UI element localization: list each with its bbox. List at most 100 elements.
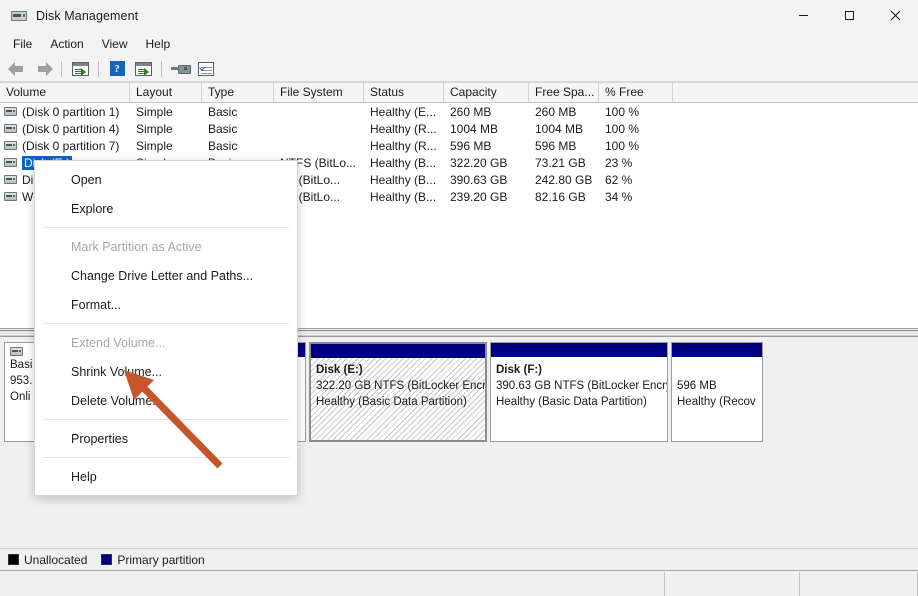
menu-help[interactable]: Help [137, 34, 180, 54]
column-volume[interactable]: Volume [0, 83, 130, 102]
rescan-plug-icon [171, 62, 191, 75]
menu-file[interactable]: File [4, 34, 41, 54]
column-capacity[interactable]: Capacity [444, 83, 529, 102]
cell-free: 82.16 GB [535, 189, 586, 204]
cell-status: Healthy (R... [370, 121, 437, 136]
disk-icon [10, 347, 23, 356]
partition-body: Disk (F:) 390.63 GB NTFS (BitLocker Encry… [491, 357, 667, 441]
column-status[interactable]: Status [364, 83, 444, 102]
table-row[interactable]: (Disk 0 partition 4) Simple Basic Healthy (… [0, 120, 918, 137]
status-bar-segment-2 [665, 571, 800, 596]
title-bar: Disk Management [0, 0, 918, 32]
window-title: Disk Management [36, 8, 139, 23]
cell-status: Healthy (B... [370, 155, 437, 170]
cell-volume: (Disk 0 partition 7) [0, 139, 130, 153]
partition-block[interactable]: 596 MB Healthy (Recov [671, 342, 763, 442]
checklist-icon [198, 61, 214, 76]
volume-disk-icon [4, 158, 17, 167]
toolbar-separator-1 [61, 60, 62, 77]
volume-name-label: Di [22, 172, 34, 187]
cell-free: 596 MB [535, 138, 577, 153]
cell-cap: 390.63 GB [450, 172, 508, 187]
cell-status: Healthy (R... [370, 138, 437, 153]
menu-action[interactable]: Action [41, 34, 92, 54]
cell-type: Basic [208, 138, 238, 153]
disk-management-window: Disk Management File Action View Help ? … [0, 0, 918, 596]
cell-layout: Simple [136, 121, 173, 136]
minimize-button[interactable] [780, 0, 826, 32]
show-action-pane-button[interactable] [194, 58, 218, 80]
cell-status: Healthy (B... [370, 172, 437, 187]
partition-status: Healthy (Basic Data Partition) [316, 396, 467, 408]
menu-view[interactable]: View [93, 34, 137, 54]
legend-primary-swatch [101, 554, 113, 565]
partition-size-fs: 390.63 GB NTFS (BitLocker Encry [496, 380, 667, 392]
cell-pfree: 100 % [605, 104, 640, 119]
volume-disk-icon [4, 192, 17, 201]
window-controls [780, 0, 918, 32]
partition-body: 596 MB Healthy (Recov [672, 357, 762, 441]
cell-cap: 1004 MB [450, 121, 499, 136]
cell-layout: Simple [136, 104, 173, 119]
column-filler [673, 83, 918, 102]
volume-name-label: W [22, 189, 34, 204]
menu-bar: File Action View Help [0, 32, 918, 56]
column-file-system[interactable]: File System [274, 83, 364, 102]
partition-name: Disk (E:) [316, 364, 363, 376]
cell-cap: 239.20 GB [450, 189, 508, 204]
partition-status: Healthy (Basic Data Partition) [496, 396, 647, 408]
cell-pfree: 100 % [605, 138, 640, 153]
ctx-help[interactable]: Help [35, 462, 297, 491]
rescan-disks-button[interactable] [168, 58, 192, 80]
ctx-explore[interactable]: Explore [35, 194, 297, 223]
column-free-space[interactable]: Free Spa... [529, 83, 599, 102]
cell-cap: 596 MB [450, 138, 492, 153]
ctx-format[interactable]: Format... [35, 290, 297, 319]
context-menu-separator [43, 419, 289, 420]
volume-disk-icon [4, 107, 17, 116]
ctx-delete-volume[interactable]: Delete Volume... [35, 386, 297, 415]
partition-block[interactable]: Disk (E:) 322.20 GB NTFS (BitLocker Encr H… [309, 342, 487, 442]
ctx-properties[interactable]: Properties [35, 424, 297, 453]
table-row[interactable]: (Disk 0 partition 1) Simple Basic Healthy (… [0, 103, 918, 120]
forward-button[interactable] [31, 58, 55, 80]
toolbar-separator-3 [161, 60, 162, 77]
column-layout[interactable]: Layout [130, 83, 202, 102]
cell-pfree: 62 % [605, 172, 633, 187]
context-menu-separator [43, 227, 289, 228]
back-button[interactable] [5, 58, 29, 80]
column-percent-free[interactable]: % Free [599, 83, 673, 102]
cell-status: Healthy (B... [370, 189, 437, 204]
volume-disk-icon [4, 124, 17, 133]
partition-capacity-bar [672, 343, 762, 357]
properties-button[interactable] [131, 58, 155, 80]
partition-block[interactable]: Disk (F:) 390.63 GB NTFS (BitLocker Encry… [490, 342, 668, 442]
ctx-shrink-volume[interactable]: Shrink Volume... [35, 357, 297, 386]
show-hide-tree-button[interactable] [68, 58, 92, 80]
toolbar-separator-2 [98, 60, 99, 77]
cell-type: Basic [208, 104, 238, 119]
ctx-open[interactable]: Open [35, 165, 297, 194]
cell-volume: (Disk 0 partition 1) [0, 105, 130, 119]
help-button[interactable]: ? [105, 58, 129, 80]
maximize-button[interactable] [826, 0, 872, 32]
cell-pfree: 100 % [605, 121, 640, 136]
ctx-mark-active: Mark Partition as Active [71, 239, 202, 254]
toolbar: ? [0, 56, 918, 82]
close-button[interactable] [872, 0, 918, 32]
status-bar-main [0, 571, 665, 596]
partition-name [677, 362, 758, 378]
arrow-left-icon [7, 61, 27, 76]
volume-name-label: (Disk 0 partition 7) [22, 138, 120, 153]
ctx-change-letter[interactable]: Change Drive Letter and Paths... [35, 261, 297, 290]
column-type[interactable]: Type [202, 83, 274, 102]
volume-name-label: (Disk 0 partition 1) [22, 104, 120, 119]
legend-primary-label: Primary partition [117, 552, 205, 567]
context-menu-separator [43, 457, 289, 458]
partition-capacity-bar [491, 343, 667, 357]
volume-list-header: Volume Layout Type File System Status Ca… [0, 83, 918, 103]
cell-type: Basic [208, 121, 238, 136]
cell-pfree: 34 % [605, 189, 633, 204]
context-menu-separator [43, 323, 289, 324]
table-row[interactable]: (Disk 0 partition 7) Simple Basic Healthy (… [0, 137, 918, 154]
